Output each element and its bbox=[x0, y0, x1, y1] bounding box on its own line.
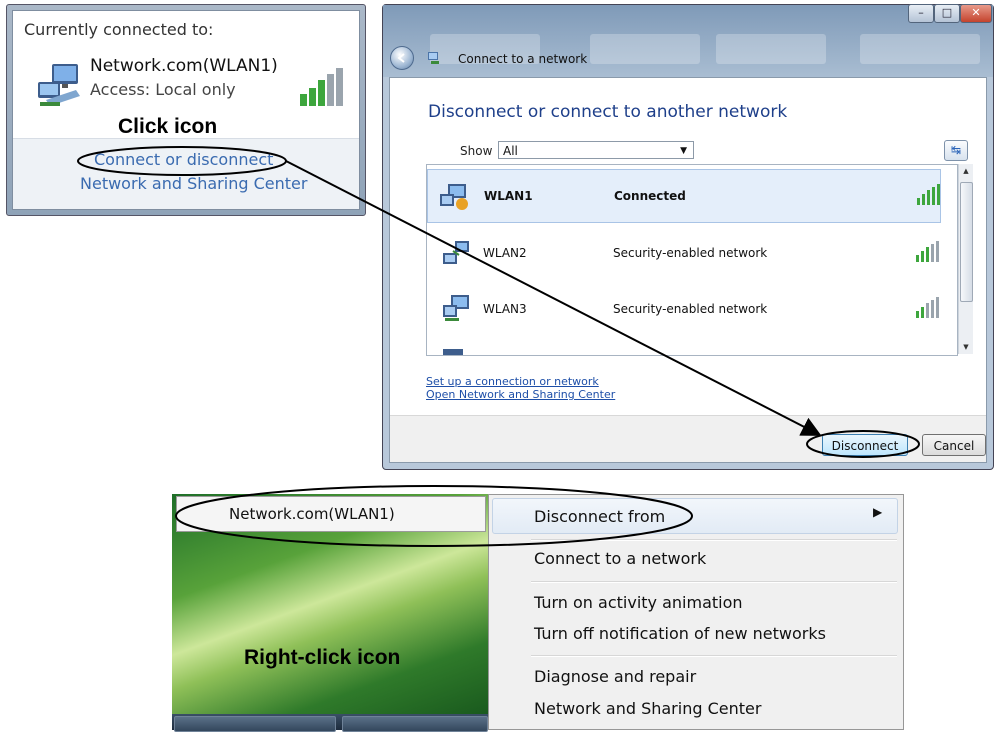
network-name: WLAN2 bbox=[483, 246, 527, 260]
menu-item-activity-animation[interactable]: Turn on activity animation bbox=[534, 593, 743, 612]
cancel-button[interactable]: Cancel bbox=[922, 434, 986, 456]
menu-separator bbox=[531, 655, 897, 657]
signal-bars-icon bbox=[300, 68, 343, 106]
menu-item-connect-network[interactable]: Connect to a network bbox=[534, 549, 706, 568]
open-sharing-center-link[interactable]: Open Network and Sharing Center bbox=[426, 388, 615, 401]
network-status: Connected bbox=[614, 189, 686, 203]
network-context-menu: Disconnect from ▶ Connect to a network T… bbox=[488, 494, 904, 730]
network-computer-icon bbox=[443, 241, 469, 264]
window-breadcrumb: Connect to a network bbox=[458, 52, 588, 66]
signal-bars-icon bbox=[916, 297, 939, 318]
menu-item-notification[interactable]: Turn off notification of new networks bbox=[534, 624, 826, 643]
tray-tooltip-network-name: Network.com(WLAN1) bbox=[176, 496, 486, 532]
network-row-partial[interactable] bbox=[427, 341, 941, 355]
popup-heading: Currently connected to: bbox=[24, 20, 214, 39]
popup-access-status: Access: Local only bbox=[90, 80, 236, 99]
popup-network-name: Network.com(WLAN1) bbox=[90, 56, 278, 76]
dropdown-arrow-icon: ▼ bbox=[680, 146, 687, 156]
show-label: Show bbox=[460, 144, 493, 158]
right-click-icon-annotation: Right-click icon bbox=[244, 646, 401, 669]
connect-or-disconnect-link[interactable]: Connect or disconnect bbox=[94, 150, 273, 169]
background-status-tab bbox=[590, 34, 700, 64]
scroll-down-icon[interactable]: ▼ bbox=[959, 340, 973, 354]
network-status: Security-enabled network bbox=[613, 302, 768, 316]
menu-separator bbox=[531, 581, 897, 583]
refresh-icon[interactable]: ↹ bbox=[944, 140, 968, 161]
dialog-heading: Disconnect or connect to another network bbox=[428, 102, 788, 122]
scrollbar-thumb[interactable] bbox=[960, 182, 973, 302]
submenu-arrow-icon: ▶ bbox=[873, 505, 883, 519]
menu-item-disconnect-from[interactable]: Disconnect from bbox=[534, 507, 665, 526]
network-row-wlan2[interactable]: WLAN2 Security-enabled network bbox=[427, 227, 941, 281]
menu-item-sharing-center[interactable]: Network and Sharing Center bbox=[534, 699, 761, 718]
disconnect-button[interactable]: Disconnect bbox=[822, 434, 908, 456]
click-icon-annotation: Click icon bbox=[118, 115, 218, 138]
network-list-scrollbar[interactable]: ▲ ▼ bbox=[958, 164, 973, 354]
network-row-wlan3[interactable]: WLAN3 Security-enabled network bbox=[427, 283, 941, 337]
network-name: WLAN1 bbox=[484, 189, 533, 203]
minimize-icon[interactable]: – bbox=[908, 4, 934, 23]
show-filter-value: All bbox=[503, 144, 518, 158]
network-sharing-center-link[interactable]: Network and Sharing Center bbox=[80, 174, 307, 193]
signal-bars-icon bbox=[917, 184, 940, 205]
menu-separator bbox=[531, 539, 897, 541]
network-computer-icon bbox=[443, 295, 469, 321]
signal-bars-icon bbox=[916, 241, 939, 262]
network-connection-icon bbox=[428, 52, 439, 64]
network-status: Security-enabled network bbox=[613, 246, 768, 260]
network-computer-icon bbox=[38, 64, 80, 106]
maximize-icon[interactable]: □ bbox=[934, 4, 960, 23]
background-status-tab bbox=[860, 34, 980, 64]
network-computer-icon bbox=[443, 349, 463, 355]
menu-item-diagnose-repair[interactable]: Diagnose and repair bbox=[534, 667, 696, 686]
close-icon[interactable]: ✕ bbox=[960, 4, 992, 23]
network-computer-icon bbox=[440, 184, 468, 210]
scroll-up-icon[interactable]: ▲ bbox=[959, 164, 973, 178]
back-icon[interactable] bbox=[390, 46, 414, 70]
show-filter-select[interactable]: All ▼ bbox=[498, 141, 694, 159]
network-list[interactable]: WLAN1 Connected WLAN2 Security-enabled n… bbox=[426, 164, 958, 356]
setup-connection-link[interactable]: Set up a connection or network bbox=[426, 375, 599, 388]
network-row-wlan1[interactable]: WLAN1 Connected bbox=[427, 169, 941, 223]
background-status-tab bbox=[716, 34, 826, 64]
network-name: WLAN3 bbox=[483, 302, 527, 316]
